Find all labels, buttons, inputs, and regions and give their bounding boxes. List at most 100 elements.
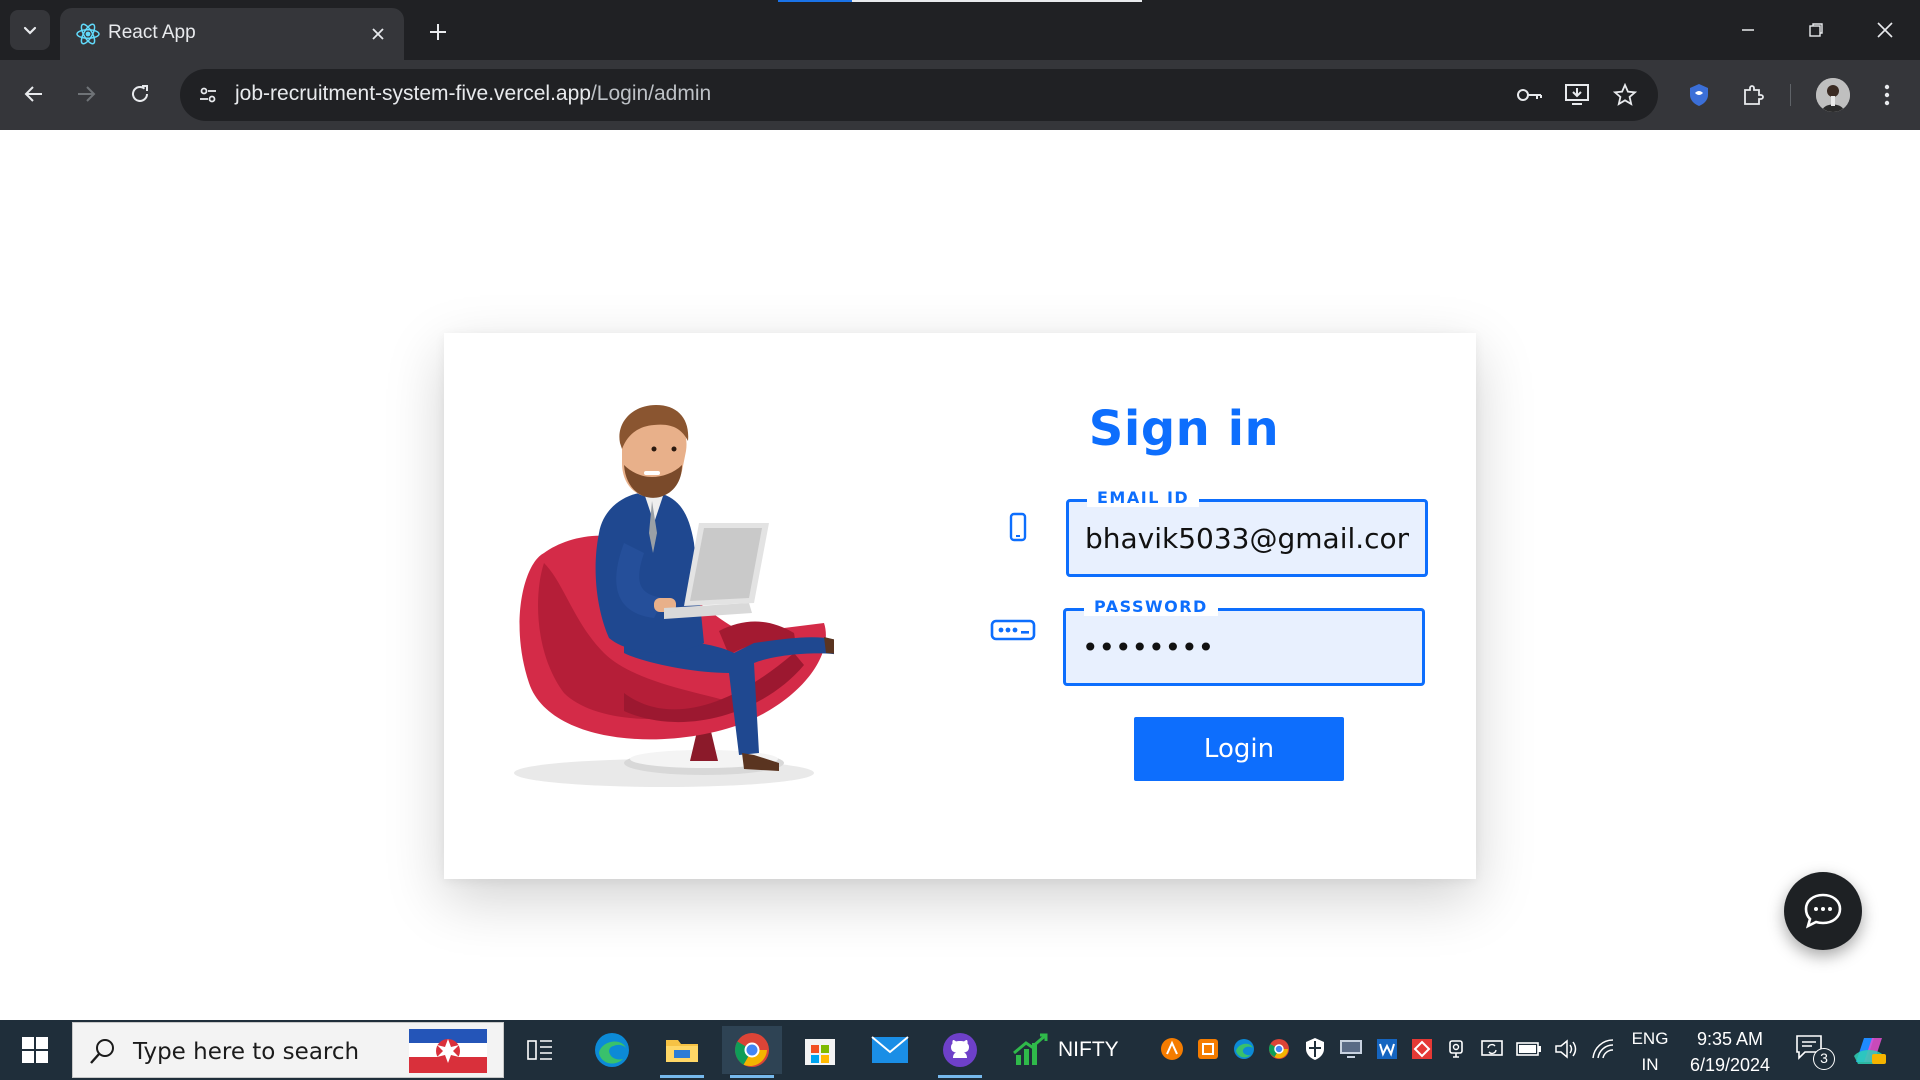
chrome-icon xyxy=(735,1033,769,1067)
taskbar-github[interactable] xyxy=(930,1026,990,1078)
task-view-button[interactable] xyxy=(510,1026,570,1074)
github-icon xyxy=(943,1033,977,1067)
volume-icon xyxy=(1555,1039,1577,1059)
browser-menu-button[interactable] xyxy=(1868,76,1906,114)
businessman-illustration xyxy=(514,405,834,787)
mail-icon xyxy=(871,1036,909,1063)
tab-close-button[interactable] xyxy=(364,20,392,48)
key-icon xyxy=(1517,89,1542,101)
arrow-left-icon xyxy=(24,86,42,102)
extension-shield-icon xyxy=(1690,84,1708,106)
address-bar[interactable]: job-recruitment-system-five.vercel.app/L… xyxy=(180,69,1658,121)
tray-network[interactable] xyxy=(1590,1036,1616,1062)
taskbar-chrome[interactable] xyxy=(722,1026,782,1078)
clock-date: 6/19/2024 xyxy=(1689,1055,1771,1075)
search-placeholder: Type here to search xyxy=(133,1039,360,1065)
sign-in-heading: Sign in xyxy=(1088,401,1280,457)
tray-security[interactable] xyxy=(1302,1036,1328,1062)
password-key-button[interactable] xyxy=(1512,79,1546,111)
bookmark-star-button[interactable] xyxy=(1608,79,1642,111)
tray-edge[interactable] xyxy=(1231,1036,1257,1062)
webcam-icon xyxy=(1449,1040,1463,1058)
tray-display[interactable] xyxy=(1338,1036,1364,1062)
taskbar-mail[interactable] xyxy=(860,1026,920,1074)
stock-up-icon xyxy=(1013,1033,1048,1065)
reload-icon xyxy=(132,85,148,102)
language-code: ENG xyxy=(1631,1029,1669,1048)
site-info-button[interactable] xyxy=(190,77,226,113)
chat-bubble-icon xyxy=(1804,893,1842,929)
password-input[interactable] xyxy=(1066,611,1422,683)
nifty-widget[interactable]: NIFTY xyxy=(1012,1024,1119,1076)
profile-avatar[interactable] xyxy=(1816,78,1850,112)
browser-tab-strip: React App xyxy=(0,0,1920,60)
toolbar-divider xyxy=(1790,84,1791,106)
install-app-button[interactable] xyxy=(1560,79,1594,111)
chevron-down-icon xyxy=(23,26,37,35)
url-host: job-recruitment-system-five.vercel.app xyxy=(235,82,591,105)
more-vertical-icon xyxy=(1884,84,1890,106)
notification-center-button[interactable]: 3 xyxy=(1795,1034,1835,1070)
active-indicator xyxy=(730,1075,774,1078)
loading-indicator xyxy=(778,0,852,2)
tab-react-app[interactable]: React App xyxy=(60,8,404,60)
battery-icon xyxy=(1516,1042,1541,1056)
tray-volume[interactable] xyxy=(1554,1036,1580,1062)
tray-app-orange[interactable] xyxy=(1159,1036,1185,1062)
minimize-button[interactable] xyxy=(1718,8,1778,52)
monitor-icon xyxy=(1340,1040,1362,1058)
phone-icon xyxy=(1000,509,1036,545)
anydesk-icon xyxy=(1412,1039,1432,1059)
install-icon xyxy=(1565,84,1589,105)
notification-count-badge: 3 xyxy=(1813,1048,1835,1070)
tune-icon xyxy=(200,87,216,103)
orange-app-icon xyxy=(1161,1038,1183,1060)
tab-search-button[interactable] xyxy=(10,10,50,50)
forward-button[interactable] xyxy=(66,74,106,114)
tray-battery[interactable] xyxy=(1516,1036,1542,1062)
url-path: /Login/admin xyxy=(590,82,712,105)
tray-chrome[interactable] xyxy=(1266,1036,1292,1062)
taskbar-edge[interactable] xyxy=(582,1026,642,1074)
email-input[interactable] xyxy=(1069,502,1425,574)
tray-anydesk[interactable] xyxy=(1409,1036,1435,1062)
restore-button[interactable] xyxy=(1786,8,1846,52)
arrow-right-icon xyxy=(78,86,96,102)
extension-button[interactable] xyxy=(1680,76,1718,114)
input-language-indicator[interactable]: ENG IN xyxy=(1630,1026,1670,1078)
react-icon xyxy=(76,23,100,45)
password-field[interactable]: PASSWORD xyxy=(1063,597,1425,686)
taskbar-file-explorer[interactable] xyxy=(652,1026,712,1078)
login-button[interactable]: Login xyxy=(1134,717,1344,781)
tray-app-square[interactable] xyxy=(1195,1036,1221,1062)
start-button[interactable] xyxy=(0,1020,70,1080)
nifty-label: NIFTY xyxy=(1058,1038,1119,1061)
orange-square-icon xyxy=(1198,1039,1218,1059)
tab-title: React App xyxy=(108,22,196,43)
taskbar-search-box[interactable]: Type here to search xyxy=(72,1022,504,1078)
active-indicator xyxy=(660,1075,704,1078)
wifi-icon xyxy=(1592,1039,1614,1059)
browser-toolbar: job-recruitment-system-five.vercel.app/L… xyxy=(0,60,1920,130)
extensions-menu-button[interactable] xyxy=(1734,76,1772,114)
plus-icon xyxy=(430,24,446,40)
tray-sync[interactable] xyxy=(1479,1036,1505,1062)
email-field[interactable]: EMAIL ID xyxy=(1066,488,1428,577)
chat-button[interactable] xyxy=(1784,872,1862,950)
loading-indicator-track xyxy=(852,0,1142,2)
back-button[interactable] xyxy=(14,74,54,114)
copilot-icon[interactable] xyxy=(1850,1032,1888,1068)
password-icon xyxy=(988,615,1038,645)
tray-waves[interactable] xyxy=(1374,1036,1400,1062)
taskbar-microsoft-store[interactable] xyxy=(790,1026,850,1074)
reload-button[interactable] xyxy=(120,74,160,114)
system-clock[interactable]: 9:35 AM 6/19/2024 xyxy=(1680,1026,1780,1078)
new-tab-button[interactable] xyxy=(420,14,456,50)
close-window-button[interactable] xyxy=(1855,8,1915,52)
task-view-icon xyxy=(527,1040,552,1060)
tray-camera[interactable] xyxy=(1443,1036,1469,1062)
edge-icon xyxy=(595,1033,629,1067)
region-code: IN xyxy=(1641,1055,1659,1074)
search-highlight-flag-icon xyxy=(409,1029,487,1073)
restore-icon xyxy=(1809,23,1823,37)
